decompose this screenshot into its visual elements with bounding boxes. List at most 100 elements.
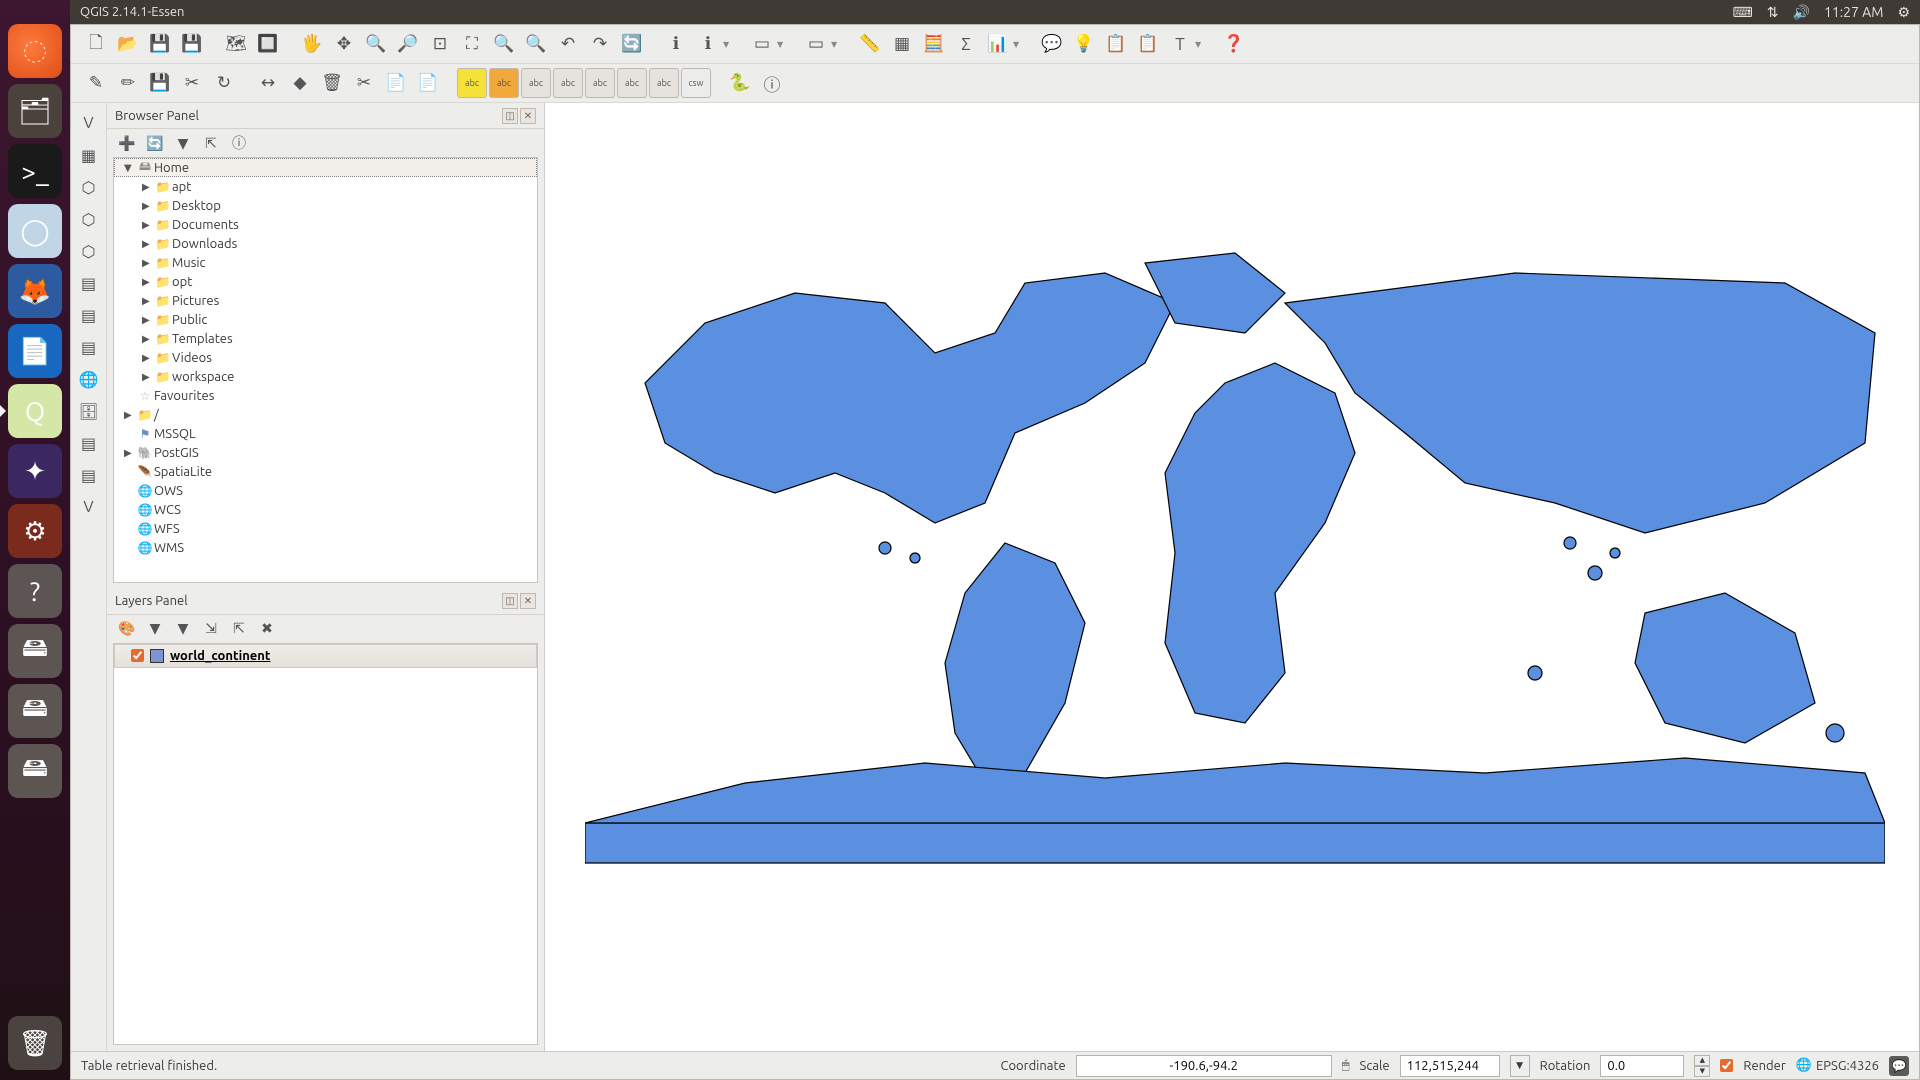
launcher-settings-icon[interactable]: ⚙: [8, 504, 62, 558]
pan-sel-button[interactable]: ✥: [329, 29, 359, 59]
launcher-drive3-icon[interactable]: 🖴: [8, 744, 62, 798]
label-orange-button[interactable]: abc: [489, 68, 519, 98]
tree-row-music[interactable]: ▶📁Music: [114, 253, 537, 272]
vec-grid-button[interactable]: ⬡: [75, 237, 103, 265]
launcher-drive2-icon[interactable]: 🖴: [8, 684, 62, 738]
pan-button[interactable]: 🖐: [297, 29, 327, 59]
wms-button[interactable]: 🌐: [75, 365, 103, 393]
tree-row-public[interactable]: ▶📁Public: [114, 310, 537, 329]
paste-button[interactable]: 📋: [1133, 29, 1163, 59]
tree-arrow-icon[interactable]: ▶: [124, 447, 136, 459]
tree-row-documents[interactable]: ▶📁Documents: [114, 215, 537, 234]
map-canvas[interactable]: [545, 103, 1919, 1051]
tree-row-templates[interactable]: ▶📁Templates: [114, 329, 537, 348]
attr-table-button[interactable]: ▦: [887, 29, 917, 59]
launcher-files-icon[interactable]: 🗂: [8, 84, 62, 138]
launcher-terminal-icon[interactable]: >_: [8, 144, 62, 198]
tree-arrow-icon[interactable]: ▶: [142, 333, 154, 345]
browser-add-button[interactable]: ➕: [117, 133, 137, 153]
layers-collapse-button[interactable]: ⇱: [229, 619, 249, 639]
layers-filter2-button[interactable]: ▼: [173, 619, 193, 639]
launcher-help-icon[interactable]: ?: [8, 564, 62, 618]
launcher-qgis-icon[interactable]: Q: [8, 384, 62, 438]
tree-row-spatialite[interactable]: 🪶SpatiaLite: [114, 462, 537, 481]
tree-row-wcs[interactable]: 🌐WCS: [114, 500, 537, 519]
raster-tiled-button[interactable]: ▤: [75, 301, 103, 329]
scale-dropdown-icon[interactable]: ▼: [1510, 1055, 1530, 1077]
tree-row-workspace[interactable]: ▶📁workspace: [114, 367, 537, 386]
zoom-window-button[interactable]: 🔲: [253, 29, 283, 59]
text-dropdown-icon[interactable]: ▼: [1195, 40, 1205, 49]
label-g4-button[interactable]: abc: [617, 68, 647, 98]
measure-button[interactable]: 📏: [855, 29, 885, 59]
label-g5-button[interactable]: abc: [649, 68, 679, 98]
launcher-drive1-icon[interactable]: 🖴: [8, 624, 62, 678]
tree-row-ows[interactable]: 🌐OWS: [114, 481, 537, 500]
vec-poly-button[interactable]: ⬡: [75, 173, 103, 201]
node-button[interactable]: ◆: [285, 68, 315, 98]
browser-refresh-button[interactable]: 🔄: [145, 133, 165, 153]
stats-dropdown-icon[interactable]: ▼: [1013, 40, 1023, 49]
coordinate-toggle-icon[interactable]: 🖱: [1342, 1058, 1350, 1073]
virtual-button[interactable]: ▤: [75, 461, 103, 489]
sound-indicator-icon[interactable]: 🔊: [1793, 4, 1810, 21]
tree-arrow-icon[interactable]: ▶: [142, 257, 154, 269]
tree-row-favourites[interactable]: ☆Favourites: [114, 386, 537, 405]
new-button[interactable]: 🗋: [81, 29, 111, 59]
vec-point-button[interactable]: V: [75, 109, 103, 137]
delete-button[interactable]: 🗑: [317, 68, 347, 98]
raster-new-button[interactable]: ▤: [75, 333, 103, 361]
csw-button[interactable]: csw: [681, 68, 711, 98]
tree-arrow-icon[interactable]: ▶: [142, 276, 154, 288]
python-button[interactable]: 🐍: [725, 68, 755, 98]
raster-button[interactable]: ▤: [75, 269, 103, 297]
layer-row-world-continent[interactable]: world_continent: [114, 644, 537, 668]
rotation-input[interactable]: [1600, 1055, 1684, 1077]
deselect-dropdown-icon[interactable]: ▼: [831, 40, 841, 49]
csv-button[interactable]: ▤: [75, 429, 103, 457]
layers-panel-close-icon[interactable]: ✕: [520, 593, 536, 609]
coordinate-input[interactable]: [1076, 1055, 1332, 1077]
hint-button[interactable]: 💡: [1069, 29, 1099, 59]
identify-button[interactable]: ℹ: [661, 29, 691, 59]
tree-arrow-icon[interactable]: ▶: [142, 371, 154, 383]
tree-arrow-icon[interactable]: ▶: [142, 219, 154, 231]
zoom-native-button[interactable]: ⊡: [425, 29, 455, 59]
zoom-in-button[interactable]: 🔍: [361, 29, 391, 59]
select-button[interactable]: ▭: [747, 29, 777, 59]
rotate-button[interactable]: ↻: [209, 68, 239, 98]
tree-row-videos[interactable]: ▶📁Videos: [114, 348, 537, 367]
launcher-trash-icon[interactable]: 🗑: [8, 1016, 62, 1070]
node-edit-button[interactable]: V: [75, 493, 103, 521]
identify2-button[interactable]: ℹ: [693, 29, 723, 59]
browser-filter-button[interactable]: ▼: [173, 133, 193, 153]
network-indicator-icon[interactable]: ⇅: [1767, 4, 1779, 21]
tree-row-wms[interactable]: 🌐WMS: [114, 538, 537, 557]
zoom-layer-button[interactable]: 🔍: [521, 29, 551, 59]
tree-arrow-icon[interactable]: ▶: [142, 314, 154, 326]
tree-arrow-icon[interactable]: ▶: [142, 352, 154, 364]
label-yellow-button[interactable]: abc: [457, 68, 487, 98]
tree-row-apt[interactable]: ▶📁apt: [114, 177, 537, 196]
render-checkbox[interactable]: [1720, 1059, 1733, 1072]
zoom-full-button[interactable]: ⛶: [457, 29, 487, 59]
tree-arrow-icon[interactable]: ▶: [142, 181, 154, 193]
add-feature-button[interactable]: 📄: [381, 68, 411, 98]
clock[interactable]: 11:27 AM: [1824, 4, 1884, 20]
field-calc-button[interactable]: 🧮: [919, 29, 949, 59]
refresh-button[interactable]: 🔄: [617, 29, 647, 59]
layers-expand-button[interactable]: ⇲: [201, 619, 221, 639]
browser-panel-close-icon[interactable]: ✕: [520, 108, 536, 124]
help-button[interactable]: ❓: [1219, 29, 1249, 59]
tree-row-postgis[interactable]: ▶🐘PostGIS: [114, 443, 537, 462]
label-g2-button[interactable]: abc: [553, 68, 583, 98]
tree-row-home[interactable]: ▼🖴Home: [114, 158, 537, 177]
composer-button[interactable]: 🗺: [221, 29, 251, 59]
label-g1-button[interactable]: abc: [521, 68, 551, 98]
layers-filter-button[interactable]: ▼: [145, 619, 165, 639]
tree-row-root[interactable]: ▶📁/: [114, 405, 537, 424]
layers-panel-dock-icon[interactable]: ◫: [502, 593, 518, 609]
browser-collapse-button[interactable]: ⇱: [201, 133, 221, 153]
deselect-button[interactable]: ▭: [801, 29, 831, 59]
browser-panel-dock-icon[interactable]: ◫: [502, 108, 518, 124]
